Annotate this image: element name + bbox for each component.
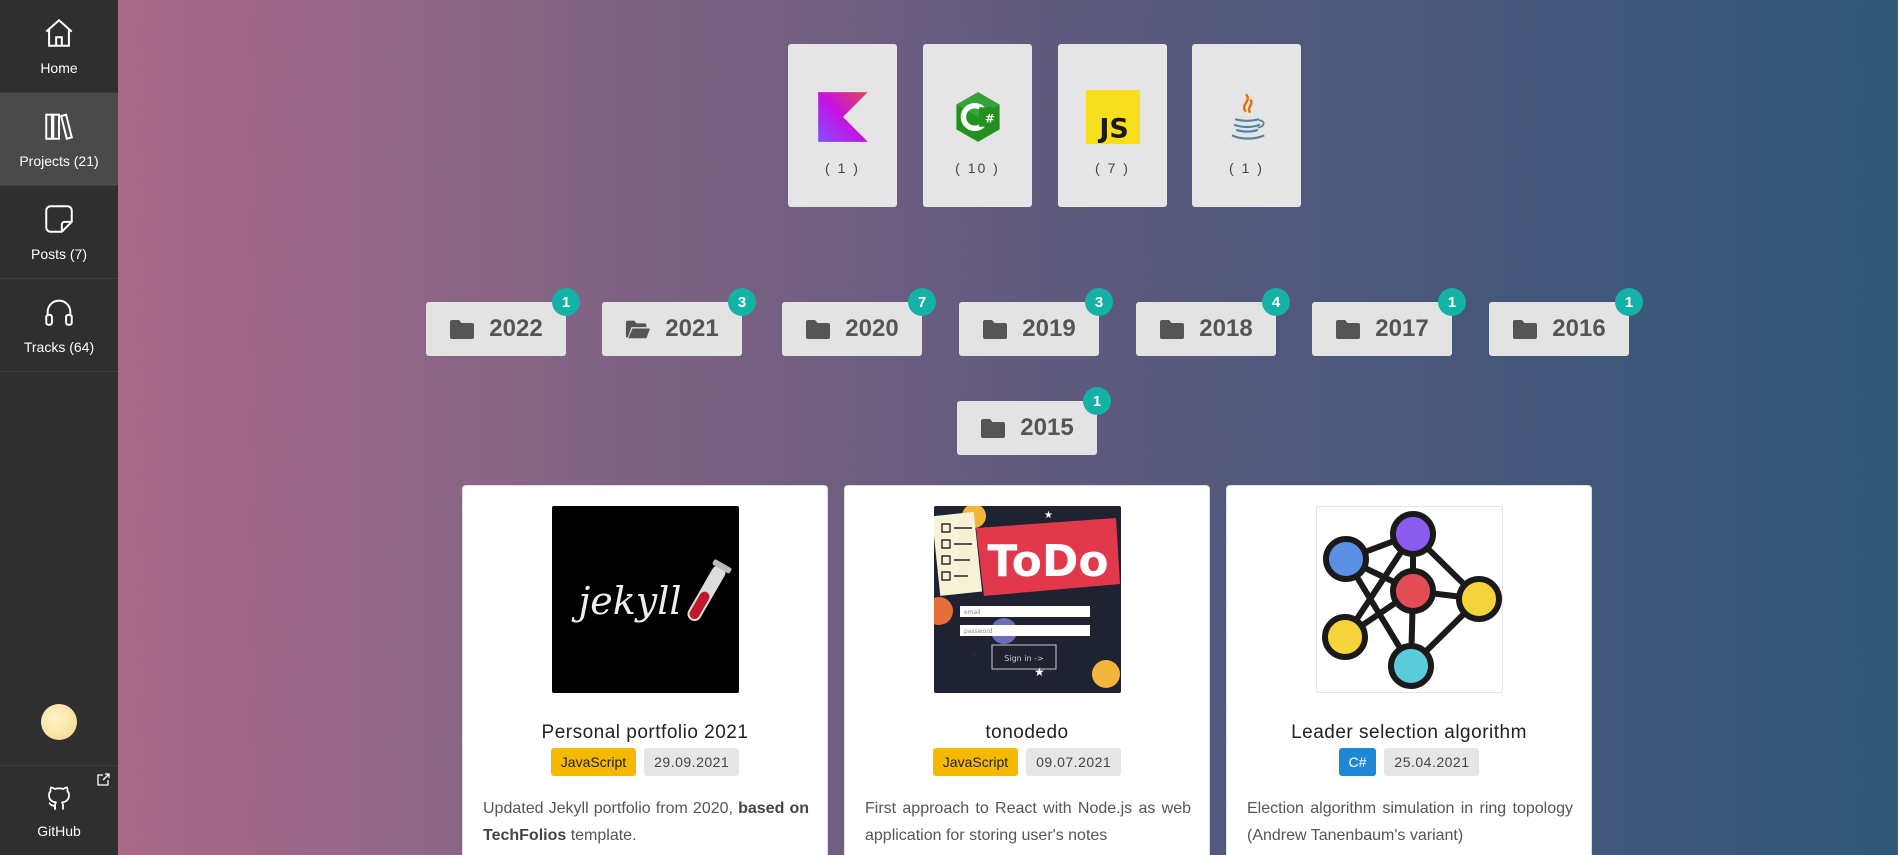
folder-icon bbox=[1160, 320, 1185, 339]
project-title: Personal portfolio 2021 bbox=[541, 722, 749, 743]
sidebar-item-home[interactable]: Home bbox=[0, 0, 118, 93]
github-icon bbox=[48, 786, 70, 810]
year-folder-2015[interactable]: 2015 1 bbox=[957, 387, 1111, 455]
language-count: ( 10 ) bbox=[955, 160, 1000, 176]
project-tags: C# 25.04.2021 bbox=[1227, 748, 1591, 776]
year-folder-2019[interactable]: 2019 3 bbox=[959, 288, 1113, 356]
sidebar-item-label: Posts (7) bbox=[30, 246, 87, 262]
count-badge: 1 bbox=[1083, 387, 1111, 415]
sidebar-item-tracks[interactable]: Tracks (64) bbox=[0, 279, 118, 372]
sidebar: Home Projects (21) Posts (7) Tracks (64)… bbox=[0, 0, 118, 855]
library-icon bbox=[45, 113, 73, 140]
github-label: GitHub bbox=[37, 822, 81, 839]
svg-text:#: # bbox=[984, 111, 994, 125]
project-tags: JavaScript 29.09.2021 bbox=[463, 748, 827, 776]
folder-icon bbox=[806, 320, 831, 339]
sidebar-item-github[interactable]: GitHub bbox=[0, 765, 118, 855]
headphones-icon bbox=[45, 299, 73, 326]
year-label: 2019 bbox=[1022, 315, 1076, 342]
count-badge: 1 bbox=[1438, 288, 1466, 316]
count-badge: 1 bbox=[1615, 288, 1643, 316]
svg-text:·: · bbox=[974, 652, 975, 657]
year-label: 2018 bbox=[1199, 315, 1253, 342]
svg-text:password: password bbox=[964, 628, 993, 635]
javascript-logo-icon: JS bbox=[1085, 90, 1140, 144]
svg-text:★: ★ bbox=[1044, 510, 1053, 521]
language-tag[interactable]: C# bbox=[1338, 748, 1377, 776]
sidebar-item-label: Home bbox=[40, 60, 78, 76]
language-tag[interactable]: JavaScript bbox=[550, 748, 637, 776]
year-label: 2022 bbox=[489, 315, 543, 342]
csharp-logo-icon: # bbox=[955, 92, 1000, 142]
svg-text:email: email bbox=[964, 609, 981, 616]
language-card-javascript[interactable]: JS ( 7 ) bbox=[1058, 44, 1167, 207]
theme-toggle-moon-icon[interactable] bbox=[41, 704, 77, 740]
count-badge: 1 bbox=[552, 288, 580, 316]
project-title: tonodedo bbox=[985, 722, 1069, 743]
svg-text:JS: JS bbox=[1097, 114, 1129, 144]
project-description: First approach to React with Node.js as … bbox=[865, 800, 1191, 844]
sidebar-item-posts[interactable]: Posts (7) bbox=[0, 186, 118, 279]
year-folder-2020[interactable]: 2020 7 bbox=[782, 288, 936, 356]
sticky-note-icon bbox=[45, 205, 73, 233]
project-title: Leader selection algorithm bbox=[1291, 722, 1527, 743]
count-badge: 3 bbox=[1085, 288, 1113, 316]
year-label: 2021 bbox=[665, 315, 719, 342]
folder-open-icon bbox=[626, 320, 651, 339]
project-card-personal-portfolio[interactable]: jekyll Personal portfolio 2021 JavaScrip… bbox=[462, 485, 828, 855]
project-thumbnail: ★ ★ · ToDo email password Sign in -> bbox=[934, 506, 1121, 693]
sidebar-item-label: Tracks (64) bbox=[23, 339, 95, 355]
language-tag[interactable]: JavaScript bbox=[932, 748, 1019, 776]
java-logo-icon bbox=[1230, 93, 1265, 140]
year-label: 2016 bbox=[1552, 315, 1606, 342]
language-count: ( 1 ) bbox=[825, 160, 860, 176]
year-folder-2018[interactable]: 2018 4 bbox=[1136, 288, 1290, 356]
year-label: 2015 bbox=[1020, 414, 1074, 441]
project-description: Updated Jekyll portfolio from 2020, base… bbox=[483, 800, 810, 844]
external-link-icon bbox=[97, 773, 110, 786]
language-card-java[interactable]: ( 1 ) bbox=[1192, 44, 1301, 207]
language-card-csharp[interactable]: # ( 10 ) bbox=[923, 44, 1032, 207]
svg-text:ToDo: ToDo bbox=[987, 536, 1108, 587]
project-card-leader-selection[interactable]: Leader selection algorithm C# 25.04.2021… bbox=[1226, 485, 1592, 855]
svg-text:jekyll: jekyll bbox=[571, 579, 681, 623]
project-thumbnail: jekyll bbox=[552, 506, 739, 693]
folder-icon bbox=[1336, 320, 1361, 339]
project-tags: JavaScript 09.07.2021 bbox=[845, 748, 1209, 776]
year-folder-2022[interactable]: 2022 1 bbox=[426, 288, 580, 356]
language-card-kotlin[interactable]: ( 1 ) bbox=[788, 44, 897, 207]
home-icon bbox=[45, 18, 73, 47]
svg-text:★: ★ bbox=[1034, 665, 1045, 679]
count-badge: 3 bbox=[728, 288, 756, 316]
project-card-tonodedo[interactable]: ★ ★ · ToDo email password Sign in -> ton… bbox=[844, 485, 1210, 855]
count-badge: 7 bbox=[908, 288, 936, 316]
year-folder-2016[interactable]: 2016 1 bbox=[1489, 288, 1643, 356]
folder-icon bbox=[1513, 320, 1538, 339]
kotlin-logo-icon bbox=[817, 92, 868, 142]
date-tag: 29.09.2021 bbox=[644, 748, 740, 776]
language-count: ( 7 ) bbox=[1095, 160, 1130, 176]
folder-icon bbox=[983, 320, 1008, 339]
count-badge: 4 bbox=[1262, 288, 1290, 316]
project-description: Election algorithm simulation in ring to… bbox=[1247, 800, 1573, 844]
language-count: ( 1 ) bbox=[1229, 160, 1264, 176]
year-folder-2021[interactable]: 2021 3 bbox=[602, 288, 756, 356]
svg-text:Sign in ->: Sign in -> bbox=[1004, 654, 1043, 663]
date-tag: 25.04.2021 bbox=[1384, 748, 1480, 776]
todo-app-preview-icon: ★ ★ · ToDo email password Sign in -> bbox=[934, 506, 1120, 688]
year-folder-2017[interactable]: 2017 1 bbox=[1312, 288, 1466, 356]
folder-icon bbox=[450, 320, 475, 339]
jekyll-logo-icon: jekyll bbox=[571, 559, 732, 623]
project-thumbnail bbox=[1316, 506, 1503, 693]
date-tag: 09.07.2021 bbox=[1026, 748, 1122, 776]
sidebar-item-label: Projects (21) bbox=[19, 153, 99, 169]
network-graph-icon bbox=[1322, 511, 1502, 689]
folder-icon bbox=[981, 419, 1006, 438]
year-label: 2017 bbox=[1375, 315, 1429, 342]
year-label: 2020 bbox=[845, 315, 899, 342]
sidebar-item-projects[interactable]: Projects (21) bbox=[0, 93, 118, 186]
